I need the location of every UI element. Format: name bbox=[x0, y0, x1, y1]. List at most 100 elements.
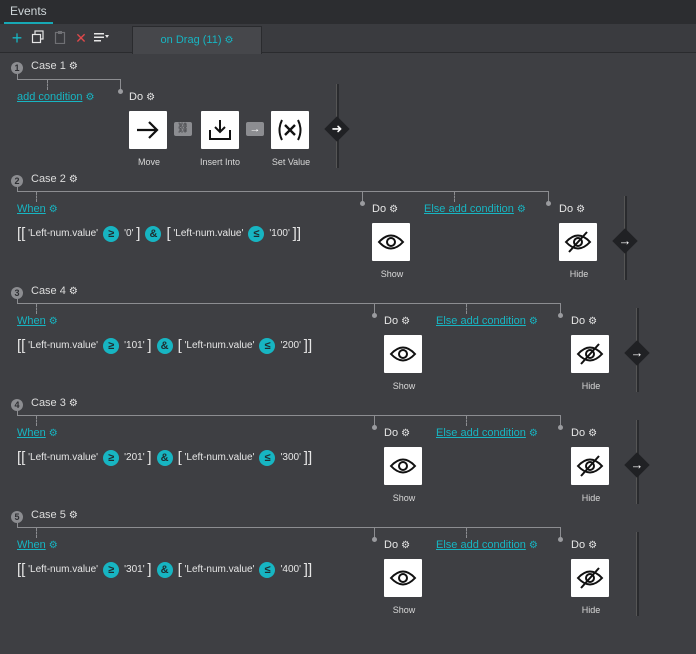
operator-gte-icon[interactable]: ≥ bbox=[103, 337, 120, 354]
tab-on-drag[interactable]: on Drag (11) ⚙ bbox=[132, 26, 262, 54]
case-title[interactable]: Case 4 ⚙ bbox=[31, 285, 78, 297]
bracket: ]] bbox=[292, 225, 301, 242]
gear-icon[interactable]: ⚙ bbox=[588, 428, 597, 439]
show-action-tile[interactable] bbox=[384, 559, 422, 597]
eye-icon bbox=[389, 458, 417, 474]
condition-expression[interactable]: [[ 'Left-num.value' ≥ '0' ] &[ 'Left-num.va… bbox=[17, 225, 301, 242]
operator-gte-icon[interactable]: ≥ bbox=[103, 449, 120, 466]
operator-gte-icon[interactable]: ≥ bbox=[103, 561, 120, 578]
connector bbox=[36, 192, 37, 202]
case-title-label: Case 1 bbox=[31, 60, 66, 72]
gear-icon[interactable]: ⚙ bbox=[588, 316, 597, 327]
add-condition-link[interactable]: add condition ⚙ bbox=[17, 91, 94, 103]
set-value-action-tile[interactable] bbox=[271, 111, 309, 149]
hide-action-tile[interactable] bbox=[571, 559, 609, 597]
variable-icon bbox=[278, 119, 302, 141]
gear-icon[interactable]: ⚙ bbox=[69, 174, 78, 185]
else-add-condition-link[interactable]: Else add condition ⚙ bbox=[424, 203, 526, 215]
case-title[interactable]: Case 5 ⚙ bbox=[31, 509, 78, 521]
connector-dot bbox=[546, 201, 551, 206]
when-link[interactable]: When ⚙ bbox=[17, 539, 58, 551]
menu-icon[interactable] bbox=[93, 30, 111, 46]
gear-icon[interactable]: ⚙ bbox=[85, 92, 94, 103]
gear-icon[interactable]: ⚙ bbox=[576, 204, 585, 215]
operator-lte-icon[interactable]: ≤ bbox=[259, 337, 276, 354]
gear-icon[interactable]: ⚙ bbox=[49, 428, 58, 439]
move-action-tile[interactable] bbox=[129, 111, 167, 149]
connector bbox=[17, 303, 561, 304]
gear-icon[interactable]: ⚙ bbox=[49, 204, 58, 215]
operator-lte-icon[interactable]: ≤ bbox=[248, 225, 265, 242]
gear-icon[interactable]: ⚙ bbox=[49, 540, 58, 551]
bracket: ]] bbox=[303, 449, 313, 466]
bracket: ]] bbox=[303, 337, 313, 354]
and-operator-icon[interactable]: & bbox=[145, 225, 162, 242]
tab-events[interactable]: Events bbox=[4, 0, 53, 24]
connector bbox=[454, 192, 455, 202]
gear-icon[interactable]: ⚙ bbox=[69, 286, 78, 297]
and-operator-icon[interactable]: & bbox=[156, 449, 173, 466]
link-icon[interactable]: ⛓ bbox=[174, 122, 192, 136]
gear-icon[interactable]: ⚙ bbox=[588, 540, 597, 551]
when-link[interactable]: When ⚙ bbox=[17, 427, 58, 439]
hide-action-tile[interactable] bbox=[571, 335, 609, 373]
condition-expression[interactable]: [[ 'Left-num.value' ≥ '101' ] &[ 'Left-num.… bbox=[17, 337, 312, 354]
operator-lte-icon[interactable]: ≤ bbox=[259, 561, 276, 578]
duplicate-icon[interactable] bbox=[30, 30, 46, 46]
when-label: When bbox=[17, 203, 46, 215]
hide-action-tile[interactable] bbox=[559, 223, 597, 261]
x-icon[interactable]: ✕ bbox=[73, 30, 89, 46]
gear-icon[interactable]: ⚙ bbox=[224, 28, 233, 54]
gear-icon[interactable]: ⚙ bbox=[389, 204, 398, 215]
gear-icon[interactable]: ⚙ bbox=[401, 540, 410, 551]
hide-action-tile[interactable] bbox=[571, 447, 609, 485]
and-operator-icon[interactable]: & bbox=[156, 337, 173, 354]
show-action-tile[interactable] bbox=[384, 447, 422, 485]
gear-icon[interactable]: ⚙ bbox=[529, 316, 538, 327]
condition-variable: 'Left-num.value' bbox=[28, 452, 99, 463]
gear-icon[interactable]: ⚙ bbox=[401, 428, 410, 439]
clipboard-icon[interactable] bbox=[52, 30, 68, 46]
gear-icon[interactable]: ⚙ bbox=[517, 204, 526, 215]
case-title-label: Case 5 bbox=[31, 509, 66, 521]
plus-icon[interactable]: + bbox=[9, 29, 25, 47]
connector-dot bbox=[360, 201, 365, 206]
gear-icon[interactable]: ⚙ bbox=[529, 540, 538, 551]
connector bbox=[466, 416, 467, 426]
bracket: [[ bbox=[17, 337, 26, 354]
when-link[interactable]: When ⚙ bbox=[17, 315, 58, 327]
do-label: Do ⚙ bbox=[571, 539, 597, 551]
gear-icon[interactable]: ⚙ bbox=[401, 316, 410, 327]
else-add-condition-link[interactable]: Else add condition ⚙ bbox=[436, 315, 538, 327]
gear-icon[interactable]: ⚙ bbox=[529, 428, 538, 439]
else-add-condition-link[interactable]: Else add condition ⚙ bbox=[436, 539, 538, 551]
case-title[interactable]: Case 1 ⚙ bbox=[31, 60, 78, 72]
operator-gte-icon[interactable]: ≥ bbox=[103, 225, 120, 242]
when-link[interactable]: When ⚙ bbox=[17, 203, 58, 215]
else-label: Else add condition bbox=[436, 539, 526, 551]
condition-expression[interactable]: [[ 'Left-num.value' ≥ '301' ] &[ 'Left-num.… bbox=[17, 561, 312, 578]
eye-icon bbox=[377, 234, 405, 250]
case-title[interactable]: Case 3 ⚙ bbox=[31, 397, 78, 409]
insert-into-action-tile[interactable] bbox=[201, 111, 239, 149]
show-action-tile[interactable] bbox=[384, 335, 422, 373]
else-add-condition-link[interactable]: Else add condition ⚙ bbox=[436, 427, 538, 439]
connector bbox=[47, 80, 48, 90]
eye-slash-icon bbox=[564, 231, 592, 253]
eye-slash-icon bbox=[576, 455, 604, 477]
and-operator-icon[interactable]: & bbox=[156, 561, 173, 578]
gear-icon[interactable]: ⚙ bbox=[49, 316, 58, 327]
condition-expression[interactable]: [[ 'Left-num.value' ≥ '201' ] &[ 'Left-num.… bbox=[17, 449, 312, 466]
gear-icon[interactable]: ⚙ bbox=[69, 61, 78, 72]
do-label: Do ⚙ bbox=[372, 203, 398, 215]
gear-icon[interactable]: ⚙ bbox=[69, 510, 78, 521]
operator-lte-icon[interactable]: ≤ bbox=[259, 449, 276, 466]
tab-on-drag-label: on Drag (11) bbox=[160, 34, 222, 46]
show-action-tile[interactable] bbox=[372, 223, 410, 261]
case-title[interactable]: Case 2 ⚙ bbox=[31, 173, 78, 185]
bracket: ] bbox=[136, 225, 141, 242]
gear-icon[interactable]: ⚙ bbox=[146, 92, 155, 103]
action-caption: Hide bbox=[581, 605, 601, 615]
gear-icon[interactable]: ⚙ bbox=[69, 398, 78, 409]
connector bbox=[17, 191, 549, 192]
